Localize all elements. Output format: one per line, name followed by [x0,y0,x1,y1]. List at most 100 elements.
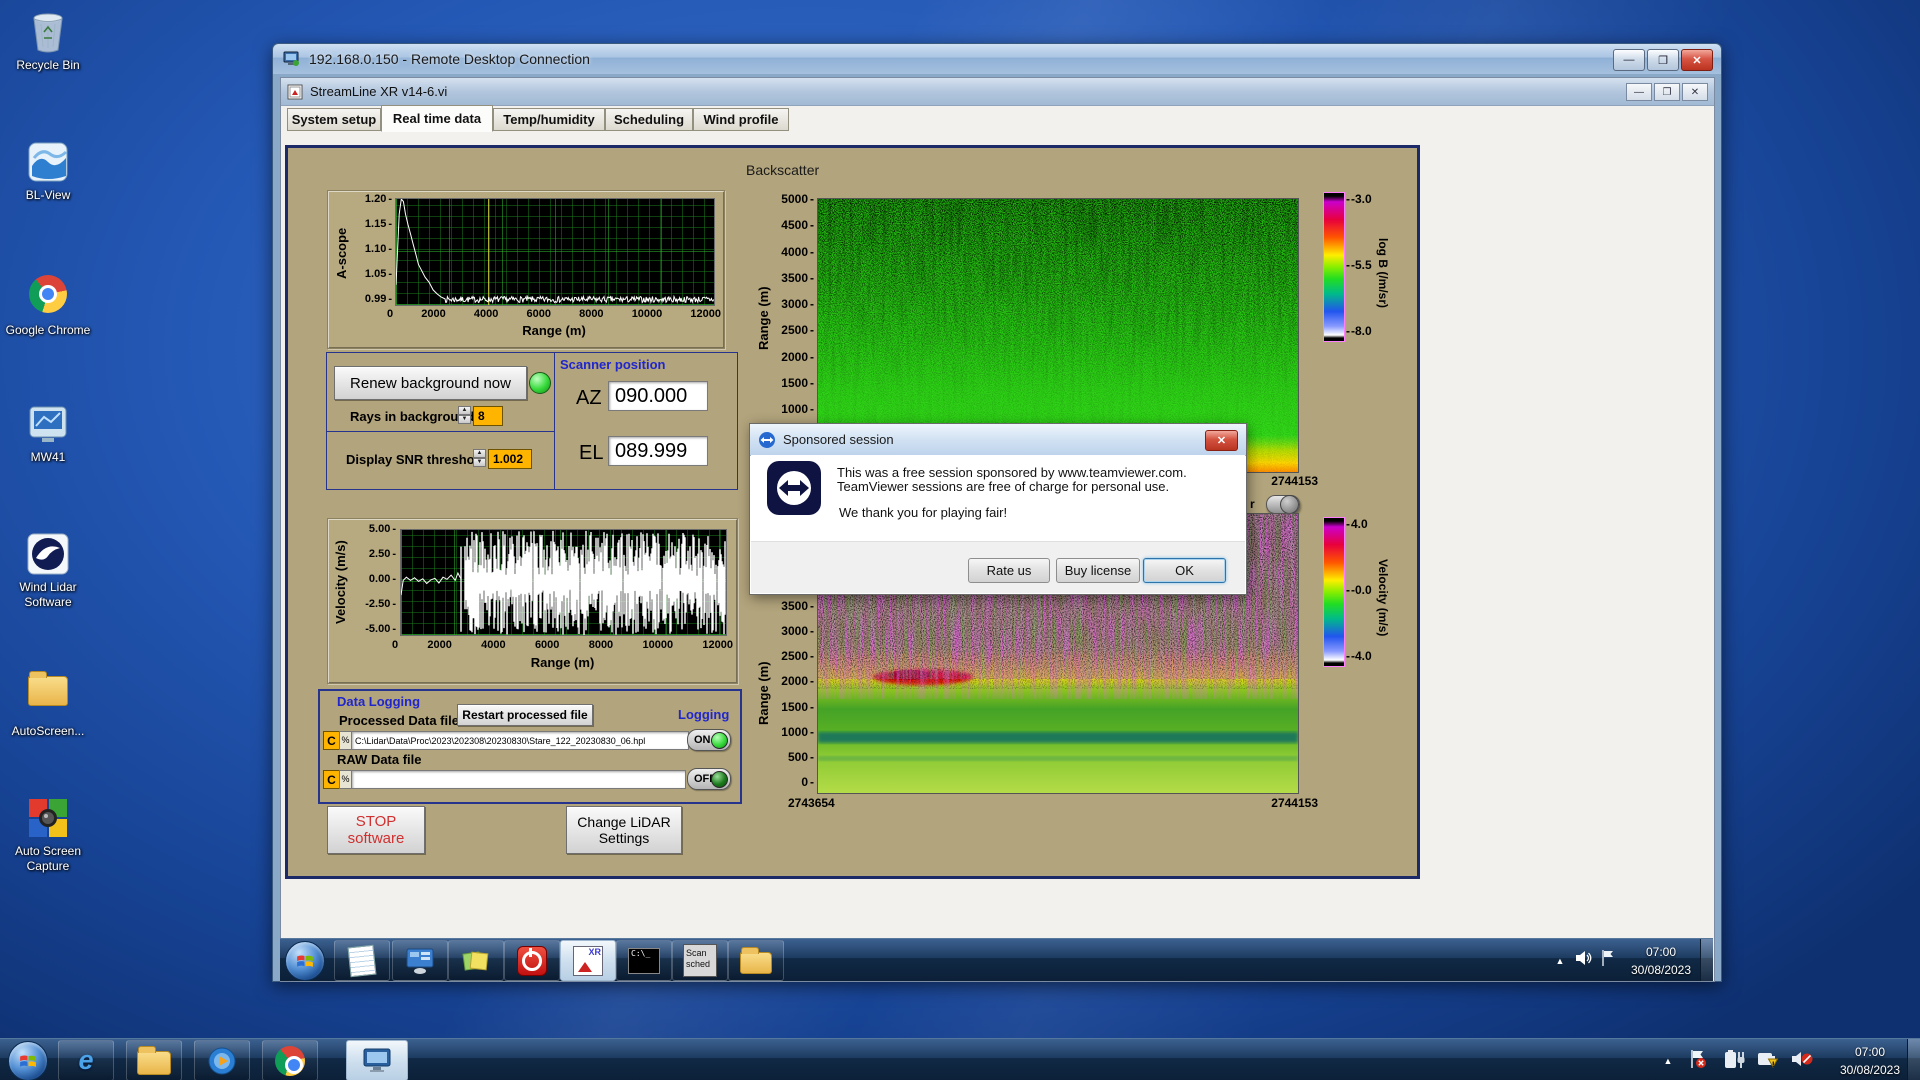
power-icon [517,945,547,976]
desktop-icon-autoscreen[interactable]: AutoScreen... [2,666,94,739]
stop-software-button[interactable]: STOP software [327,806,425,854]
taskbar-internet-explorer[interactable]: e [58,1040,114,1080]
ascope-plot[interactable] [395,198,715,306]
desktop-icon-wind-lidar[interactable]: Wind Lidar Software [2,532,94,610]
tray-flag-icon[interactable] [1600,948,1616,968]
tray-battery-warning-icon[interactable] [1756,1048,1780,1070]
desktop-icon-auto-screen-capture[interactable]: Auto Screen Capture [2,796,94,874]
change-lidar-settings-button[interactable]: Change LiDAR Settings [566,806,682,854]
taskbar-chrome[interactable] [262,1040,318,1080]
taskbar-command-prompt[interactable]: C:\_ [616,940,672,981]
close-button[interactable]: ✕ [1682,83,1708,101]
taskbar-file-explorer[interactable] [126,1040,182,1080]
minimize-button[interactable]: — [1626,83,1652,101]
tray-speaker-muted-icon[interactable] [1790,1048,1814,1070]
taskbar-scan-scheduler[interactable]: Scan sched [672,940,728,981]
labview-xr-icon: XR [573,945,603,976]
rays-spinner[interactable]: ▲ ▼ [458,406,471,424]
show-desktop-button[interactable] [1907,1039,1920,1080]
tab-scheduling[interactable]: Scheduling [605,108,693,131]
rdp-window-controls: — ❐ ✕ [1611,49,1713,71]
dialog-text-line1: This was a free session sponsored by www… [837,465,1187,480]
rate-us-button[interactable]: Rate us [968,558,1050,583]
taskbar-display-settings[interactable] [392,940,448,981]
taskbar-notepad[interactable] [334,940,390,981]
rays-value-field[interactable]: 8 [473,406,503,426]
ok-button[interactable]: OK [1143,558,1226,583]
velocity-colorbar [1323,517,1345,667]
maximize-button[interactable]: ❐ [1647,49,1679,71]
tick-label: 6000 [526,308,551,320]
desktop-icon-bl-view[interactable]: BL-View [2,140,94,203]
close-button[interactable]: ✕ [1681,49,1713,71]
desktop-icon-google-chrome[interactable]: Google Chrome [2,272,94,338]
folder-icon [26,671,70,720]
taskbar-remote-desktop[interactable] [346,1040,408,1080]
tab-temp-humidity[interactable]: Temp/humidity [493,108,605,131]
show-desktop-button[interactable] [1700,939,1713,981]
taskbar-labview-xr[interactable]: XR [560,940,616,981]
tick-label: 1.05 [365,268,392,280]
taskbar-sticky-notes[interactable] [448,940,504,981]
tray-speaker-icon[interactable] [1574,949,1592,967]
host-taskbar: e ▲ 07:00 30/08/2023 [0,1038,1920,1080]
el-value-field[interactable]: 089.999 [608,436,708,466]
taskbar-power-app[interactable] [504,940,560,981]
dialog-text-line2: TeamViewer sessions are free of charge f… [837,479,1170,494]
az-value-field[interactable]: 090.000 [608,381,708,411]
teamviewer-logo [767,461,821,515]
tick-label: 1000 [781,725,814,739]
minimize-button[interactable]: — [1613,49,1645,71]
az-label: AZ [576,387,602,409]
drive-letter-selector[interactable]: C [323,770,340,789]
sponsored-session-dialog: Sponsored session ✕ This was a free sess… [749,423,1247,595]
chrome-icon [26,275,70,319]
renew-background-button[interactable]: Renew background now [334,366,527,400]
desktop-icon-label: MW41 [30,450,66,464]
velocity-yticks: 5.00 2.50 0.00 -2.50 -5.00 [352,523,396,635]
tab-system-setup[interactable]: System setup [287,108,381,131]
processed-path-field[interactable]: C:\Lidar\Data\Proc\2023\202308\20230830\… [351,731,689,750]
tray-battery-plug-icon[interactable] [1722,1048,1746,1070]
desktop-icon-label: Google Chrome [5,323,91,337]
drive-letter-selector[interactable]: C [323,731,340,750]
snr-spinner[interactable]: ▲ ▼ [473,449,486,467]
app-titlebar[interactable]: StreamLine XR v14-6.vi — ❐ ✕ [281,78,1714,106]
host-clock[interactable]: 07:00 30/08/2023 [1828,1043,1912,1079]
tray-up-arrow[interactable]: ▲ [1660,1053,1676,1069]
taskbar-file-explorer[interactable] [728,940,784,981]
tray-network-error-icon[interactable] [1688,1048,1708,1070]
tab-real-time-data[interactable]: Real time data [381,105,493,132]
desktop-icon-recycle-bin[interactable]: Recycle Bin [2,10,94,73]
tick-label: 1500 [781,376,814,390]
session-clock[interactable]: 07:00 30/08/2023 [1620,943,1702,979]
dialog-text-line3: We thank you for playing fair! [839,505,1008,520]
dialog-titlebar[interactable]: Sponsored session ✕ [750,424,1246,456]
bl-view-icon [26,140,70,184]
restart-processed-file-button[interactable]: Restart processed file [457,704,593,726]
tick-label: 8000 [588,639,614,651]
velocity-plot[interactable] [400,529,727,636]
scanner-position-title: Scanner position [560,357,666,372]
processed-logging-toggle[interactable]: ON [687,729,731,751]
start-button[interactable] [285,941,325,981]
app-window-title: StreamLine XR v14-6.vi [310,84,448,99]
restore-button[interactable]: ❐ [1654,83,1680,101]
dialog-close-button[interactable]: ✕ [1205,430,1238,451]
backscatter-colorbar-label: log B (/m/sr) [1376,237,1390,308]
buy-license-button[interactable]: Buy license [1056,558,1140,583]
tray-up-arrow[interactable]: ▲ [1552,953,1568,969]
tab-wind-profile[interactable]: Wind profile [693,108,789,131]
raw-path-field[interactable] [351,770,686,789]
tick-label: 12000 [702,639,733,651]
raw-logging-toggle[interactable]: OFF [687,768,731,790]
start-button[interactable] [8,1041,48,1080]
tick-label: 2.50 [369,548,396,560]
snr-value-field[interactable]: 1.002 [488,449,532,469]
rdp-titlebar[interactable]: 192.168.0.150 - Remote Desktop Connectio… [273,44,1721,74]
desktop-icon-mw41[interactable]: MW41 [2,402,94,465]
taskbar-media-player[interactable] [194,1040,250,1080]
sticky-notes-icon [462,950,489,971]
scale-knob[interactable] [1266,495,1300,514]
tick-label: 4500 [781,218,814,232]
